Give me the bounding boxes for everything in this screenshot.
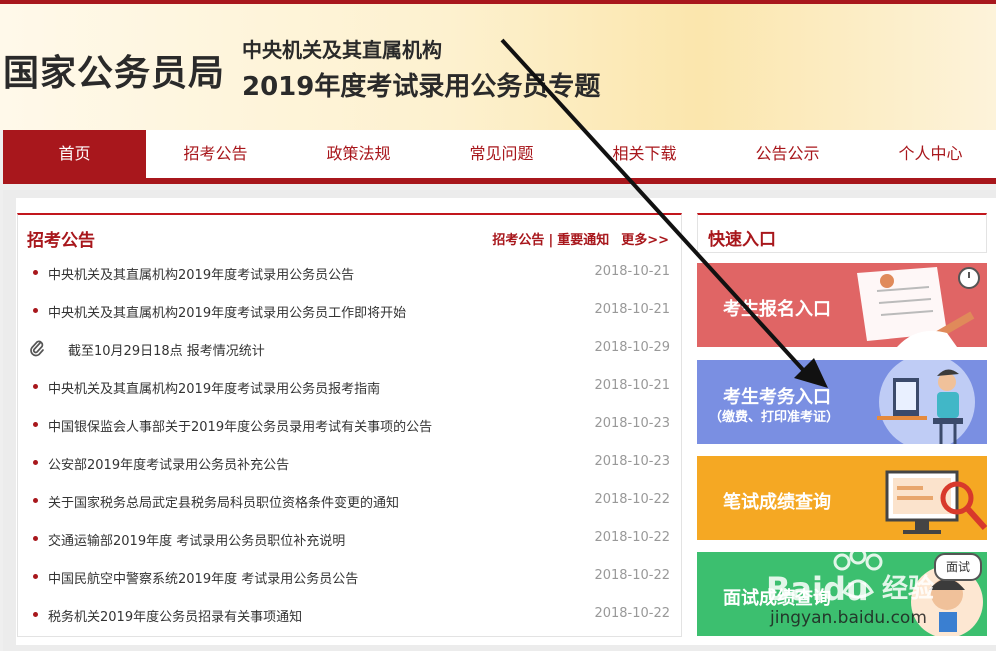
link-separator: |	[548, 233, 554, 248]
written-score-entry-label: 笔试成绩查询	[723, 492, 831, 513]
nav-item-announcements[interactable]: 招考公告	[144, 130, 287, 178]
exam-affairs-entry-button[interactable]: 考生考务入口 （缴费、打印准考证）	[697, 360, 987, 444]
announcement-date: 2018-10-22	[594, 492, 670, 507]
list-item: 税务机关2019年度公务员招录有关事项通知 2018-10-22	[18, 598, 681, 636]
announcement-date: 2018-10-22	[594, 530, 670, 545]
nav-item-user-center[interactable]: 个人中心	[859, 130, 996, 178]
nav-item-faq[interactable]: 常见问题	[430, 130, 573, 178]
announcement-date: 2018-10-22	[594, 606, 670, 621]
announcements-panel: 招考公告 招考公告 | 重要通知 更多>> 中央机关及其直属机构2019年度考试录用公…	[17, 213, 682, 637]
announcements-links: 招考公告 | 重要通知 更多>>	[492, 229, 669, 248]
bullet-dot	[33, 574, 38, 579]
baidu-jingyan-watermark: Baidu 经验 jingyan.baidu.com	[760, 548, 990, 638]
registration-entry-label: 考生报名入口	[723, 299, 831, 320]
nav-item-home[interactable]: 首页	[3, 130, 146, 178]
announcement-link[interactable]: 公安部2019年度考试录用公务员补充公告	[48, 454, 289, 473]
announcement-link[interactable]: 关于国家税务总局武定县税务局科员职位资格条件变更的通知	[48, 492, 399, 511]
header-subtitle: 中央机关及其直属机构	[242, 38, 442, 62]
announcements-title: 招考公告	[27, 231, 95, 251]
header-banner: 国家公务员局 中央机关及其直属机构 2019年度考试录用公务员专题	[0, 4, 996, 130]
link-important-notices[interactable]: 重要通知	[557, 233, 609, 248]
nav-item-policies[interactable]: 政策法规	[287, 130, 430, 178]
quick-access-title: 快速入口	[708, 230, 776, 250]
announcement-date: 2018-10-21	[594, 302, 670, 317]
watermark-url: jingyan.baidu.com	[770, 608, 927, 628]
watermark-brand-cn: 经验	[882, 574, 935, 604]
bullet-dot	[33, 308, 38, 313]
announcement-date: 2018-10-21	[594, 264, 670, 279]
site-logo[interactable]: 国家公务员局	[3, 44, 225, 96]
announcement-date: 2018-10-22	[594, 568, 670, 583]
list-item: 中央机关及其直属机构2019年度考试录用公务员工作即将开始 2018-10-21	[18, 294, 681, 332]
registration-entry-button[interactable]: 考生报名入口	[697, 263, 987, 347]
list-item: 中央机关及其直属机构2019年度考试录用公务员公告 2018-10-21	[18, 256, 681, 294]
bullet-dot	[33, 498, 38, 503]
list-item: 截至10月29日18点 报考情况统计 2018-10-29	[18, 332, 681, 370]
announcement-link[interactable]: 税务机关2019年度公务员招录有关事项通知	[48, 606, 302, 625]
list-item: 交通运输部2019年度 考试录用公务员职位补充说明 2018-10-22	[18, 522, 681, 560]
announcement-link[interactable]: 中国银保监会人事部关于2019年度公务员录用考试有关事项的公告	[48, 416, 432, 435]
paperclip-icon	[30, 340, 44, 357]
main-nav: 首页 招考公告 政策法规 常见问题 相关下载 公告公示 个人中心	[3, 130, 996, 184]
announcement-date: 2018-10-29	[594, 340, 670, 355]
announcement-link[interactable]: 中央机关及其直属机构2019年度考试录用公务员公告	[48, 264, 354, 283]
list-item: 中国银保监会人事部关于2019年度公务员录用考试有关事项的公告 2018-10-…	[18, 408, 681, 446]
list-item: 关于国家税务总局武定县税务局科员职位资格条件变更的通知 2018-10-22	[18, 484, 681, 522]
bullet-dot	[33, 270, 38, 275]
announcement-date: 2018-10-23	[594, 416, 670, 431]
link-announcements[interactable]: 招考公告	[492, 233, 544, 248]
announcement-link[interactable]: 中国民航空中警察系统2019年度 考试录用公务员公告	[48, 568, 358, 587]
nav-item-downloads[interactable]: 相关下载	[573, 130, 716, 178]
list-item: 中央机关及其直属机构2019年度考试录用公务员报考指南 2018-10-21	[18, 370, 681, 408]
nav-item-notices[interactable]: 公告公示	[716, 130, 859, 178]
quick-access-header: 快速入口	[697, 213, 987, 253]
bullet-dot	[33, 384, 38, 389]
bullet-dot	[33, 612, 38, 617]
written-score-entry-button[interactable]: 笔试成绩查询	[697, 456, 987, 540]
list-item: 中国民航空中警察系统2019年度 考试录用公务员公告 2018-10-22	[18, 560, 681, 598]
list-item: 公安部2019年度考试录用公务员补充公告 2018-10-23	[18, 446, 681, 484]
announcement-link[interactable]: 中央机关及其直属机构2019年度考试录用公务员报考指南	[48, 378, 380, 397]
announcement-link[interactable]: 交通运输部2019年度 考试录用公务员职位补充说明	[48, 530, 345, 549]
bullet-dot	[33, 460, 38, 465]
bullet-dot	[33, 422, 38, 427]
exam-affairs-entry-sublabel: （缴费、打印准考证）	[709, 410, 840, 425]
announcement-link[interactable]: 中央机关及其直属机构2019年度考试录用公务员工作即将开始	[48, 302, 406, 321]
bullet-dot	[33, 536, 38, 541]
more-link[interactable]: 更多>>	[621, 233, 669, 248]
announcement-date: 2018-10-23	[594, 454, 670, 469]
header-topic-title: 2019年度考试录用公务员专题	[242, 72, 601, 102]
watermark-brand: Baidu	[766, 570, 869, 608]
announcement-link[interactable]: 截至10月29日18点 报考情况统计	[68, 340, 265, 359]
announcement-date: 2018-10-21	[594, 378, 670, 393]
